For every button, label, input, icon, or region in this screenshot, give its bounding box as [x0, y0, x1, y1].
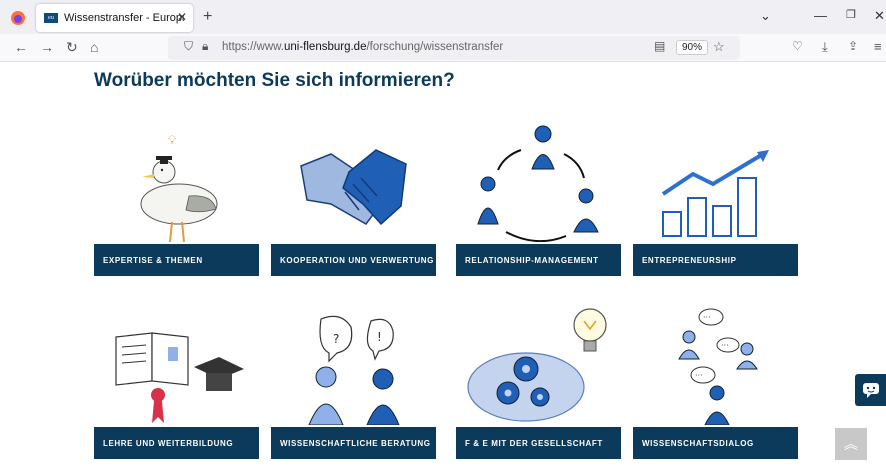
card-lehre[interactable]: LEHRE UND WEITERBILDUNG [94, 297, 259, 459]
url-text[interactable]: https://www.uni-flensburg.de/forschung/w… [222, 41, 503, 53]
zoom-level[interactable]: 90% [676, 40, 709, 55]
svg-text:💡︎: 💡︎ [168, 133, 177, 147]
restore-icon[interactable]: ❐ [846, 8, 856, 21]
firefox-icon[interactable] [10, 10, 26, 26]
share-icon[interactable]: ⇪ [848, 39, 858, 53]
card-label[interactable]: RELATIONSHIP-MANAGEMENT [456, 244, 621, 276]
tab-title: Wissenstransfer - Europa-Unive [64, 12, 184, 24]
new-tab-button[interactable]: + [203, 8, 212, 26]
book-graduation-icon [115, 332, 244, 423]
card-label[interactable]: WISSENSCHAFTSDIALOG [633, 427, 798, 459]
downloads-icon[interactable]: ⤓ [822, 39, 828, 55]
page-title: Worüber möchten Sie sich informieren? [94, 70, 455, 91]
browser-nav-bar: ← → ↻ ⌂ ⛉ 🔒︎ https://www.uni-flensburg.d… [0, 34, 886, 62]
site-favicon: eu [44, 13, 58, 23]
back-icon[interactable]: ← [14, 39, 28, 55]
svg-text:!: ! [377, 330, 382, 344]
bookmark-star-icon[interactable]: ☆ [713, 39, 725, 55]
card-label[interactable]: ENTREPRENEURSHIP [633, 244, 798, 276]
scroll-to-top-button[interactable]: ︽ [835, 428, 867, 460]
close-window-icon[interactable]: ✕ [874, 8, 885, 24]
browser-tab-bar: eu Wissenstransfer - Europa-Unive ✕ + ⌄ … [0, 0, 886, 34]
browser-tab-active[interactable]: eu Wissenstransfer - Europa-Unive ✕ [36, 4, 193, 32]
forward-icon[interactable]: → [40, 39, 54, 55]
card-label[interactable]: EXPERTISE & THEMEN [94, 244, 259, 276]
card-label[interactable]: F & E MIT DER GESELLSCHAFT [456, 427, 621, 459]
chat-icon [862, 383, 879, 398]
lock-icon[interactable]: 🔒︎ [202, 39, 208, 54]
list-tabs-icon[interactable]: ⌄ [760, 8, 771, 24]
menu-icon[interactable]: ≡ [874, 39, 882, 54]
svg-text:?: ? [333, 332, 339, 346]
card-label[interactable]: WISSENSCHAFTLICHE BERATUNG [271, 427, 436, 459]
card-kooperation[interactable]: KOOPERATION UND VERWERTUNG [271, 114, 436, 276]
card-label[interactable]: LEHRE UND WEITERBILDUNG [94, 427, 259, 459]
chat-button[interactable] [855, 374, 886, 406]
handshake-icon [300, 149, 407, 226]
reader-view-icon[interactable]: ▤ [654, 39, 665, 53]
svg-text:···: ··· [703, 313, 711, 322]
svg-text:···: ··· [695, 371, 703, 380]
minimize-icon[interactable]: — [814, 8, 827, 23]
card-entrepreneurship[interactable]: ENTREPRENEURSHIP [633, 114, 798, 276]
pocket-icon[interactable]: ♡ [792, 39, 803, 53]
home-icon[interactable]: ⌂ [90, 39, 98, 55]
dialog-people-icon: ··· ··· ··· [678, 308, 758, 425]
url-bar[interactable]: ⛉ 🔒︎ https://www.uni-flensburg.de/forsch… [168, 36, 740, 60]
card-fue[interactable]: F & E MIT DER GESELLSCHAFT [456, 297, 621, 459]
shield-icon[interactable]: ⛉ [184, 39, 193, 54]
brain-gears-icon [467, 308, 607, 422]
card-expertise[interactable]: 💡︎ EXPERTISE & THEMEN [94, 114, 259, 276]
card-relationship[interactable]: RELATIONSHIP-MANAGEMENT [456, 114, 621, 276]
svg-text:···: ··· [721, 341, 729, 350]
card-dialog[interactable]: ··· ··· ··· WISSENSCHAFTSDIALOG [633, 297, 798, 459]
seagull-graduate-icon: 💡︎ [140, 133, 218, 242]
reload-icon[interactable]: ↻ [66, 39, 78, 56]
card-beratung[interactable]: ? ! WISSENSCHAFTLICHE BERATUNG [271, 297, 436, 459]
close-tab-icon[interactable]: ✕ [177, 10, 187, 24]
card-label[interactable]: KOOPERATION UND VERWERTUNG [271, 244, 436, 276]
double-chevron-up-icon: ︽ [844, 436, 858, 452]
people-cycle-icon [477, 125, 599, 242]
growth-chart-icon [661, 150, 769, 237]
consulting-people-icon: ? ! [308, 315, 400, 425]
